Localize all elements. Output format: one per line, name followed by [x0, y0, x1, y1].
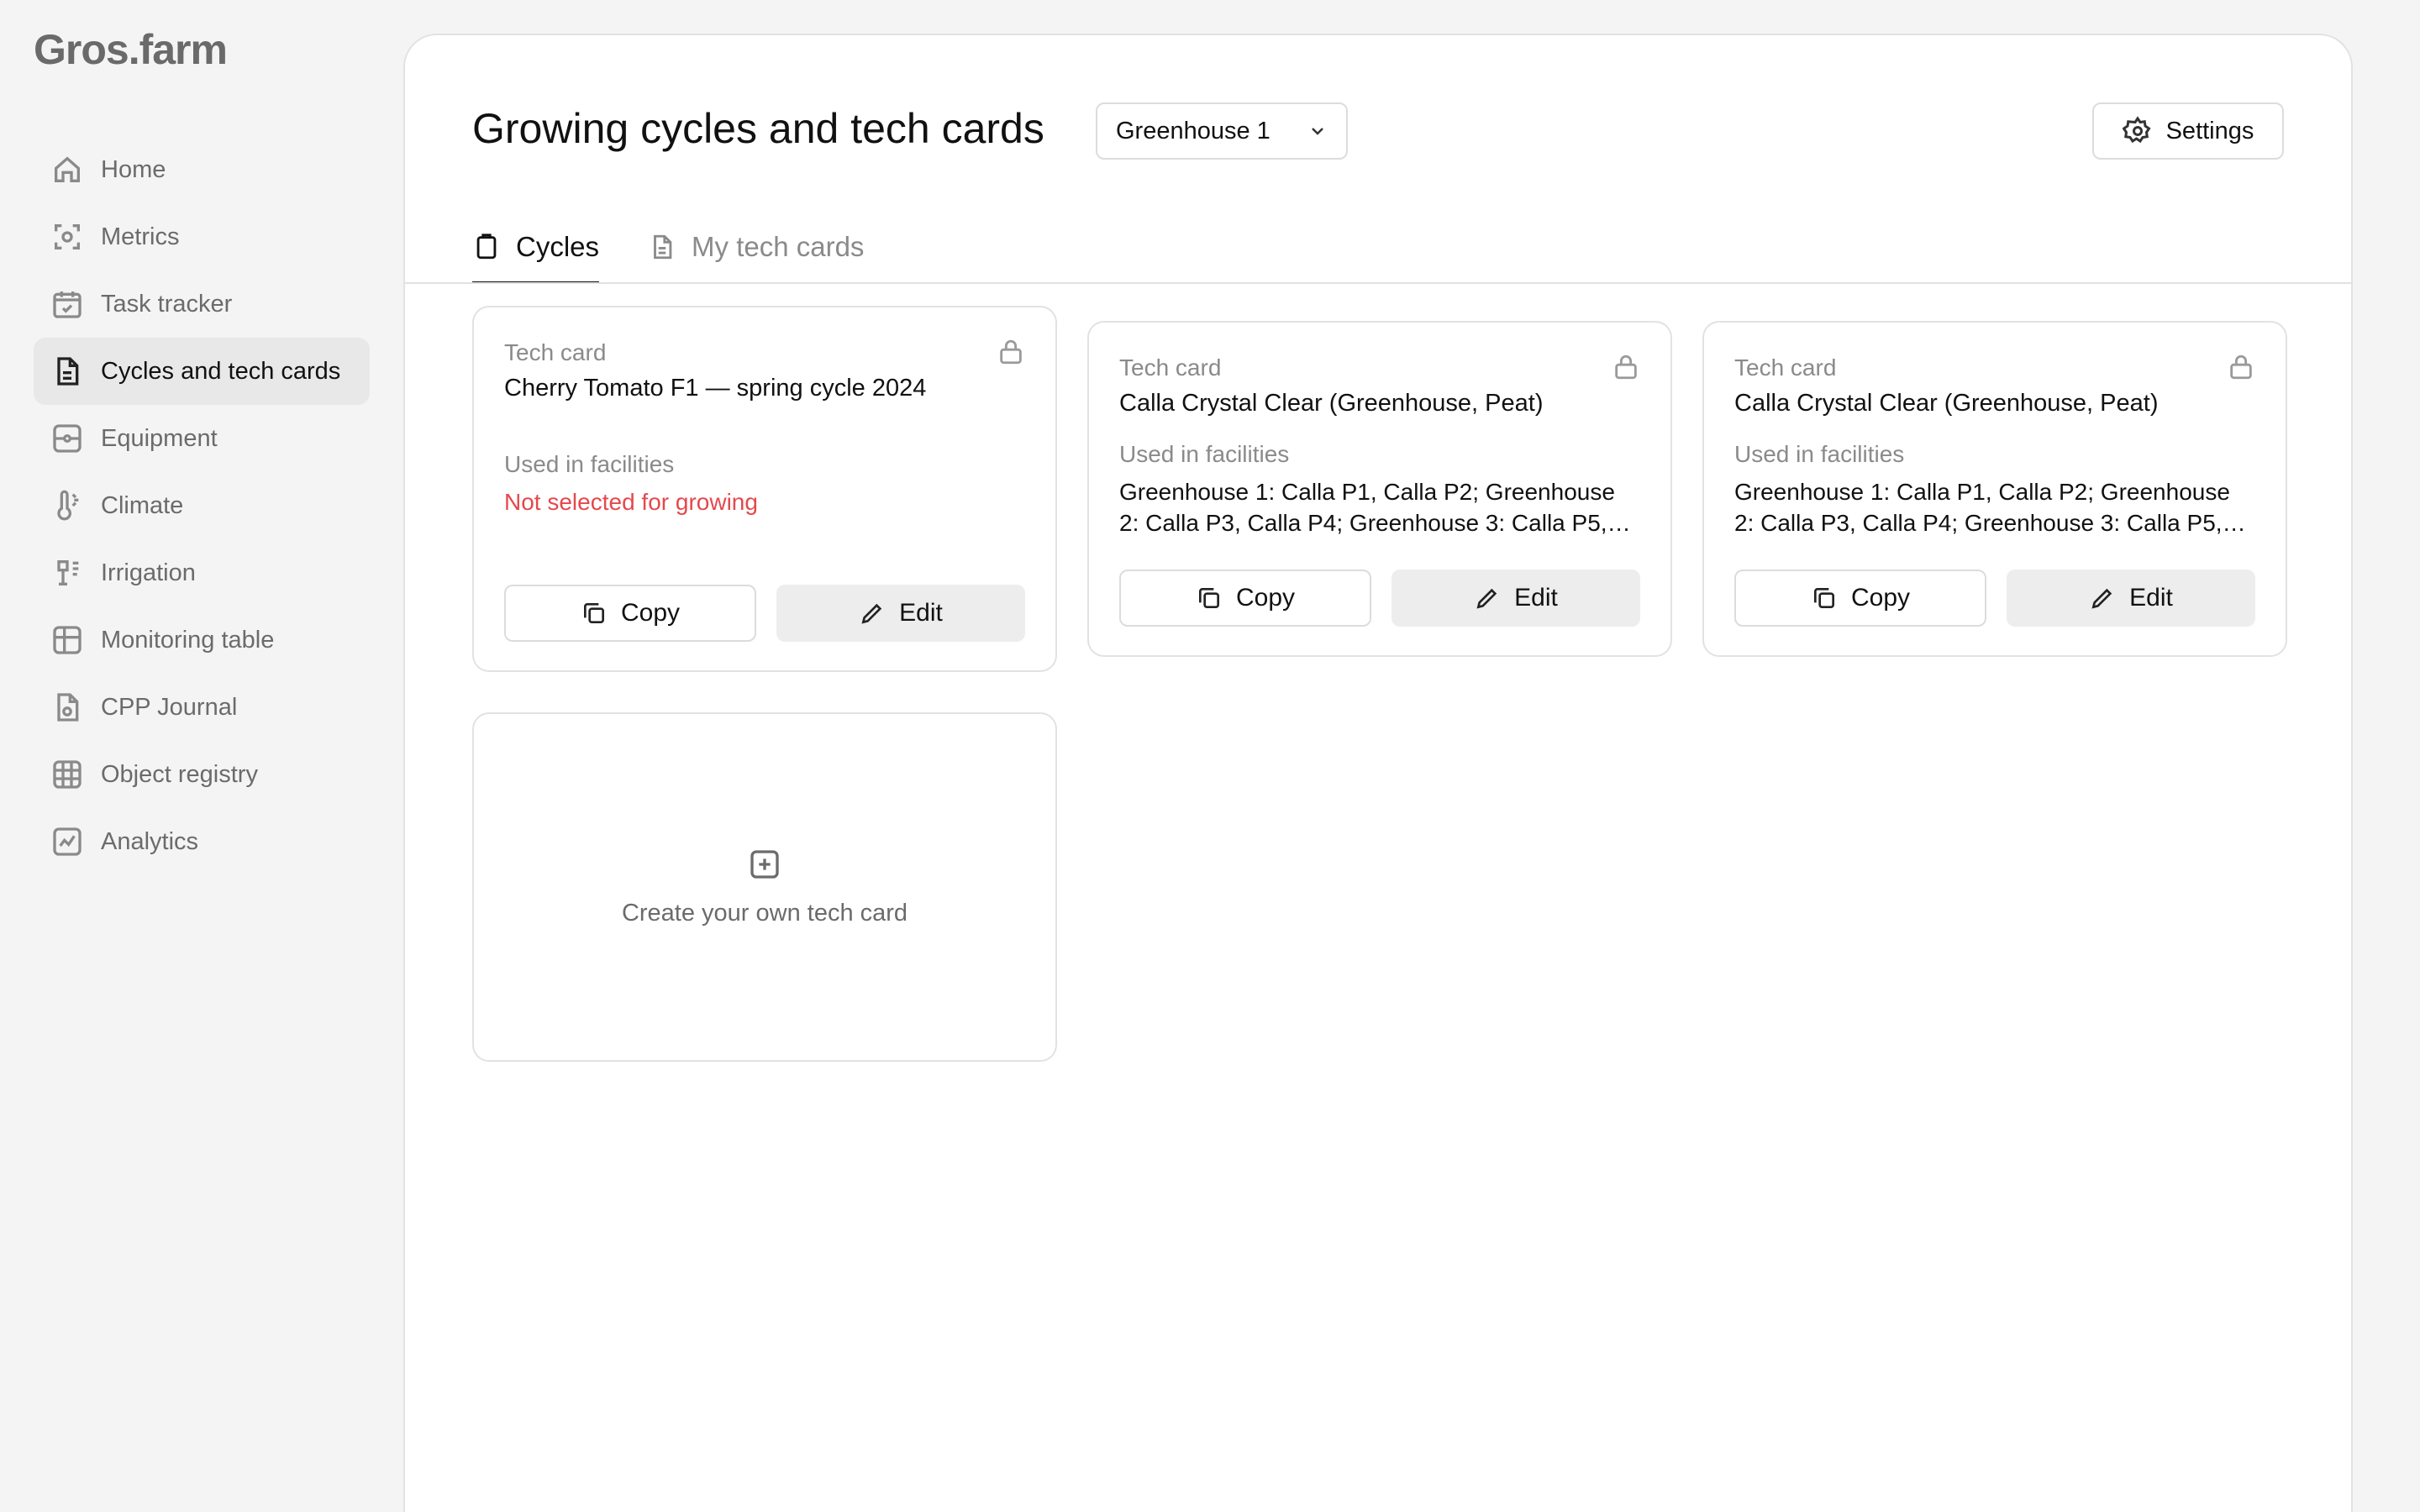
edit-label: Edit [1514, 584, 1558, 612]
thermometer-icon [50, 489, 84, 522]
card-actions: Copy Edit [1119, 570, 1640, 627]
irrigation-icon [50, 556, 84, 590]
facilities-value: Not selected for growing [504, 489, 758, 515]
tech-card[interactable]: Tech card Calla Crystal Clear (Greenhous… [1087, 321, 1672, 657]
copy-label: Copy [1850, 584, 1911, 612]
facilities-value: Greenhouse 1: Calla P1, Calla P2; Greenh… [1734, 479, 2230, 536]
settings-button[interactable]: Settings [2092, 102, 2284, 160]
create-tech-card-label: Create your own tech card [621, 899, 908, 927]
equipment-icon [50, 422, 84, 455]
lock-icon[interactable] [2227, 353, 2255, 381]
greenhouse-select[interactable]: Greenhouse 1 [1096, 102, 1348, 160]
tabs-divider [405, 282, 2351, 284]
sidebar-item-label: Metrics [101, 223, 180, 250]
copy-icon [1813, 588, 1834, 608]
greenhouse-select-value: Greenhouse 1 [1116, 117, 1270, 144]
lock-icon[interactable] [997, 338, 1025, 366]
analytics-icon [50, 825, 84, 858]
metrics-icon [50, 220, 84, 254]
sidebar-item-analytics[interactable]: Analytics [34, 808, 370, 875]
page-title: Growing cycles and tech cards [472, 105, 1044, 152]
main-panel: Growing cycles and tech cards Greenhouse… [403, 34, 2353, 1512]
lock-icon[interactable] [1612, 353, 1640, 381]
facilities-label: Used in facilities [504, 451, 675, 477]
copy-icon [583, 603, 604, 623]
calendar-check-icon [50, 287, 84, 321]
copy-label: Copy [1235, 584, 1296, 612]
tech-card-label: Tech card [1119, 354, 1222, 381]
grid-icon [50, 758, 84, 791]
tech-card-name: Calla Crystal Clear (Greenhouse, Peat) [1734, 390, 2159, 417]
tech-card[interactable]: Tech card Cherry Tomato F1 — spring cycl… [472, 306, 1057, 672]
sidebar-item-label: Monitoring table [101, 626, 275, 654]
facilities-value: Greenhouse 1: Calla P1, Calla P2; Greenh… [1119, 479, 1615, 536]
sidebar-item-label: Task tracker [101, 290, 233, 318]
pencil-icon [861, 603, 882, 624]
edit-label: Edit [899, 599, 943, 627]
tech-card-label: Tech card [504, 339, 607, 365]
document-icon [50, 354, 84, 388]
copy-button[interactable]: Copy [1119, 570, 1371, 627]
plus-square-icon [750, 849, 779, 879]
app-logo[interactable]: Gros.farm [34, 25, 228, 74]
sidebar-nav: Home Metrics Task tracker Cycles and tec… [34, 136, 370, 875]
sidebar-item-irrigation[interactable]: Irrigation [34, 539, 370, 606]
edit-button[interactable]: Edit [776, 585, 1025, 642]
facilities-label: Used in facilities [1734, 441, 1905, 467]
copy-icon [1198, 588, 1219, 608]
tech-card[interactable]: Tech card Calla Crystal Clear (Greenhous… [1702, 321, 2287, 657]
home-icon [50, 153, 84, 186]
sidebar-item-label: Climate [101, 491, 184, 519]
tech-card-label: Tech card [1734, 354, 1837, 381]
create-tech-card-button[interactable]: Create your own tech card [472, 712, 1057, 1062]
sidebar-item-label: CPP Journal [101, 693, 238, 721]
sidebar-item-home[interactable]: Home [34, 136, 370, 203]
copy-label: Copy [620, 599, 681, 627]
pencil-icon [2091, 588, 2112, 609]
sidebar-item-cpp-journal[interactable]: CPP Journal [34, 674, 370, 741]
copy-button[interactable]: Copy [504, 585, 756, 642]
tab-label: My tech cards [692, 231, 865, 262]
card-actions: Copy Edit [504, 585, 1025, 642]
tech-card-name: Calla Crystal Clear (Greenhouse, Peat) [1119, 390, 1544, 417]
card-actions: Copy Edit [1734, 570, 2255, 627]
journal-icon [50, 690, 84, 724]
sidebar-item-monitoring-table[interactable]: Monitoring table [34, 606, 370, 674]
sidebar-item-label: Home [101, 155, 166, 183]
gear-icon [2122, 116, 2151, 144]
tab-my-tech-cards[interactable]: My tech cards [648, 212, 864, 282]
chevron-down-icon [1312, 128, 1323, 135]
facilities-label: Used in facilities [1119, 441, 1290, 467]
table-icon [50, 623, 84, 657]
edit-button[interactable]: Edit [1392, 570, 1640, 627]
sidebar-item-label: Cycles and tech cards [101, 357, 341, 385]
sidebar-item-task-tracker[interactable]: Task tracker [34, 270, 370, 338]
settings-label: Settings [2165, 117, 2254, 144]
sidebar-item-metrics[interactable]: Metrics [34, 203, 370, 270]
copy-button[interactable]: Copy [1734, 570, 1986, 627]
sidebar-item-label: Irrigation [101, 559, 196, 586]
tabs: Cycles My tech cards [472, 212, 913, 284]
clipboard-icon [476, 234, 497, 260]
sidebar-item-climate[interactable]: Climate [34, 472, 370, 539]
edit-button[interactable]: Edit [2007, 570, 2255, 627]
tech-card-name: Cherry Tomato F1 — spring cycle 2024 [504, 375, 927, 402]
pencil-icon [1476, 588, 1497, 609]
sidebar-item-label: Analytics [101, 827, 199, 855]
document-icon [654, 234, 672, 260]
tab-label: Cycles [516, 231, 600, 262]
sidebar-item-equipment[interactable]: Equipment [34, 405, 370, 472]
sidebar-item-label: Equipment [101, 424, 218, 452]
sidebar-item-label: Object registry [101, 760, 258, 788]
sidebar-item-cycles[interactable]: Cycles and tech cards [34, 338, 370, 405]
sidebar-item-object-registry[interactable]: Object registry [34, 741, 370, 808]
edit-label: Edit [2129, 584, 2173, 612]
tab-cycles[interactable]: Cycles [472, 212, 600, 284]
